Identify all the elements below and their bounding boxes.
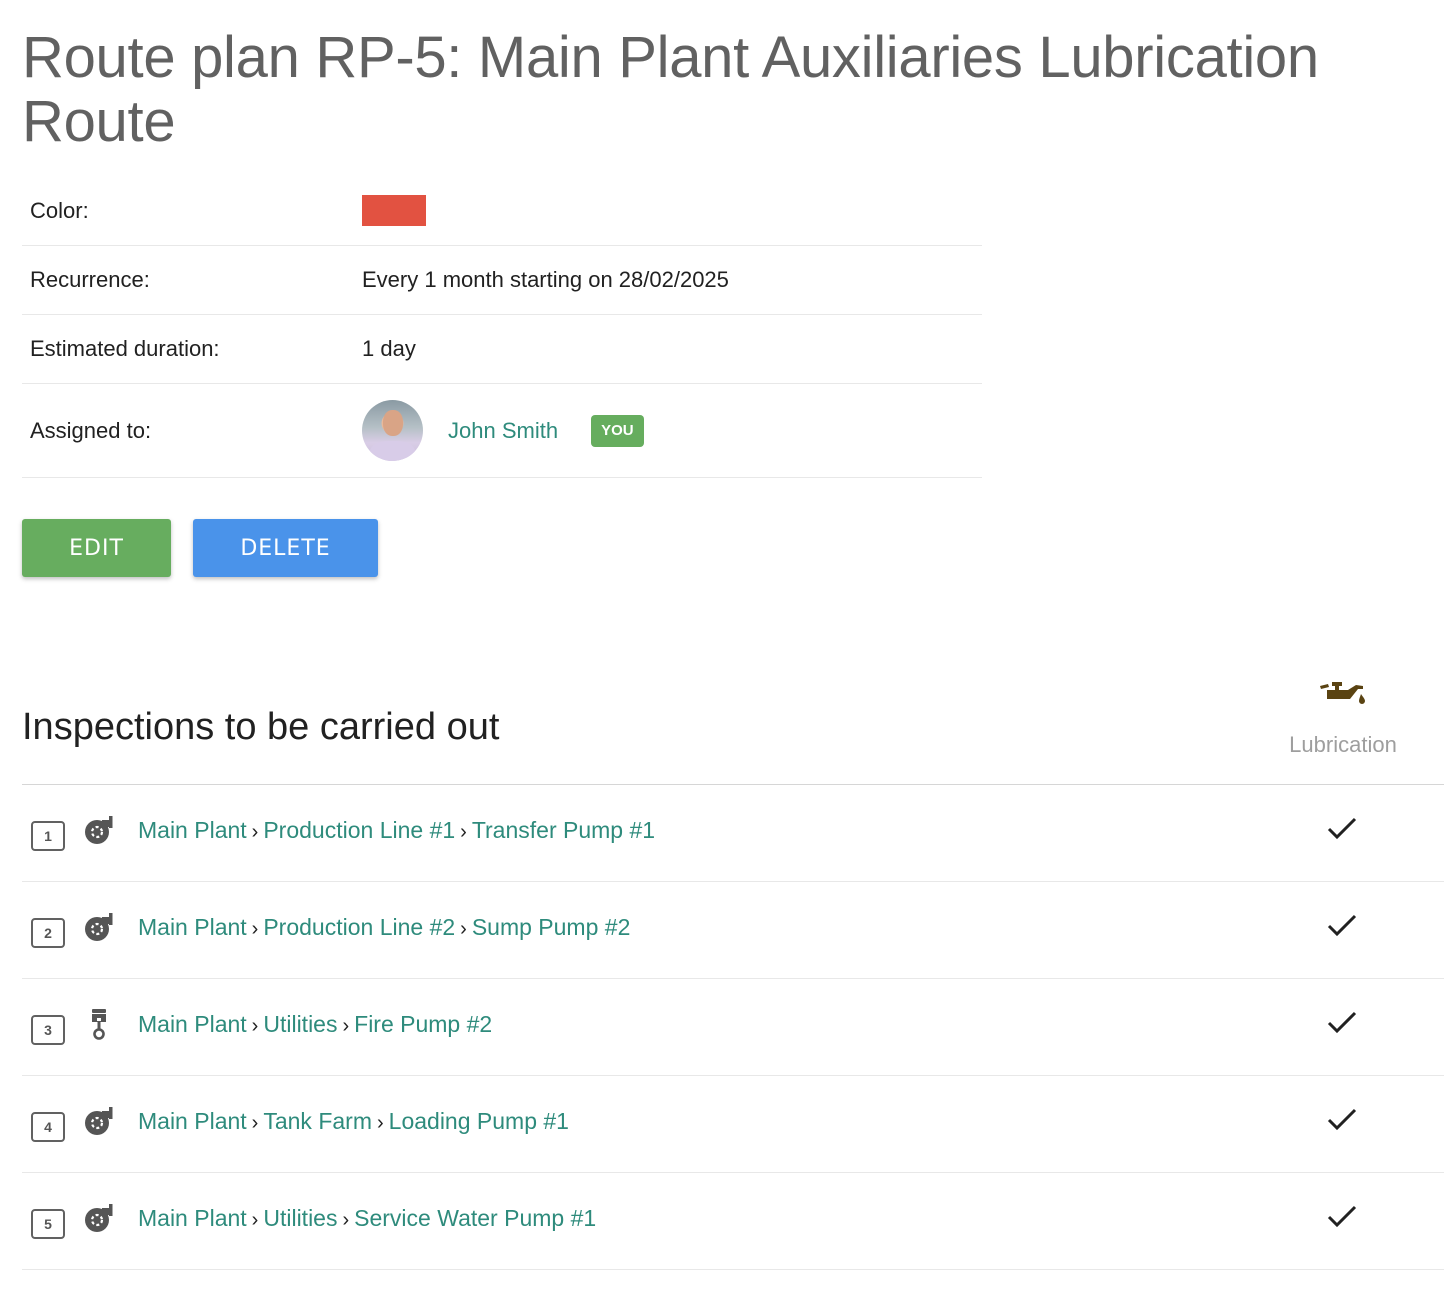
pump-icon [82, 815, 116, 850]
inspection-row: 3 Main Plant › Utilities › Fire Pump #2 [22, 979, 1444, 1076]
breadcrumb-link[interactable]: Loading Pump #1 [389, 1108, 569, 1134]
detail-row-color: Color: [22, 176, 982, 246]
breadcrumb-separator: › [342, 1015, 350, 1037]
you-badge: YOU [591, 414, 644, 447]
breadcrumb-link[interactable]: Fire Pump #2 [354, 1011, 492, 1037]
row-number-badge: 2 [31, 918, 65, 948]
check-icon [1326, 816, 1358, 847]
asset-breadcrumb: Main Plant › Production Line #1 › Transfer P… [138, 817, 655, 844]
oil-can-icon [1320, 682, 1365, 704]
check-icon [1326, 1204, 1358, 1235]
check-icon [1326, 1010, 1358, 1041]
breadcrumb-link[interactable]: Main Plant [138, 1205, 247, 1231]
breadcrumb-link[interactable]: Tank Farm [263, 1108, 372, 1134]
asset-breadcrumb: Main Plant › Tank Farm › Loading Pump #1 [138, 1108, 569, 1135]
pump-icon [82, 1203, 116, 1238]
inspection-row: 4 Main Plant › Tank Farm › Loading Pump #1 [22, 1076, 1444, 1173]
breadcrumb-link[interactable]: Main Plant [138, 817, 247, 843]
breadcrumb-separator: › [460, 821, 467, 843]
piston-icon [82, 1008, 116, 1047]
edit-button[interactable]: EDIT [22, 519, 171, 577]
asset-breadcrumb: Main Plant › Utilities › Fire Pump #2 [138, 1011, 492, 1038]
row-number-badge: 3 [31, 1015, 65, 1045]
breadcrumb-separator: › [251, 821, 259, 843]
check-icon [1326, 1107, 1358, 1138]
inspection-row: 2 Main Plant › Production Line #2 › Sump Pump… [22, 882, 1444, 979]
breadcrumb-link[interactable]: Production Line #2 [263, 914, 455, 940]
inspections-title: Inspections to be carried out [22, 706, 500, 748]
detail-row-recurrence: Recurrence: Every 1 month starting on 28… [22, 246, 982, 315]
breadcrumb-link[interactable]: Utilities [263, 1011, 337, 1037]
inspections-table: 1 Main Plant › Production Line #1 › Transfer … [22, 784, 1444, 1270]
breadcrumb-link[interactable]: Main Plant [138, 1108, 247, 1134]
asset-breadcrumb: Main Plant › Utilities › Service Water Pump … [138, 1205, 596, 1232]
lubrication-label: Lubrication [1289, 732, 1397, 757]
inspection-row: 5 Main Plant › Utilities › Service Water Pump… [22, 1173, 1444, 1270]
breadcrumb-link[interactable]: Transfer Pump #1 [472, 817, 655, 843]
breadcrumb-separator: › [342, 1209, 350, 1231]
breadcrumb-link[interactable]: Utilities [263, 1205, 337, 1231]
check-icon [1326, 913, 1358, 944]
recurrence-label: Recurrence: [30, 267, 150, 292]
action-buttons: EDIT DELETE [22, 519, 378, 577]
breadcrumb-separator: › [460, 918, 467, 940]
route-details: Color: Recurrence: Every 1 month startin… [22, 176, 982, 478]
avatar[interactable] [362, 400, 423, 461]
detail-row-duration: Estimated duration: 1 day [22, 315, 982, 384]
detail-row-assigned: Assigned to: John Smith YOU [22, 384, 982, 478]
breadcrumb-link[interactable]: Main Plant [138, 914, 247, 940]
delete-button[interactable]: DELETE [193, 519, 378, 577]
breadcrumb-separator: › [376, 1112, 384, 1134]
breadcrumb-separator: › [251, 1112, 259, 1134]
breadcrumb-link[interactable]: Service Water Pump #1 [354, 1205, 596, 1231]
row-number-badge: 1 [31, 821, 65, 851]
lubrication-column-header: Lubrication [1270, 680, 1416, 758]
breadcrumb-link[interactable]: Sump Pump #2 [472, 914, 631, 940]
recurrence-value: Every 1 month starting on 28/02/2025 [362, 267, 729, 292]
breadcrumb-separator: › [251, 1209, 259, 1231]
row-number-badge: 4 [31, 1112, 65, 1142]
duration-value: 1 day [362, 336, 416, 361]
breadcrumb-link[interactable]: Production Line #1 [263, 817, 455, 843]
pump-icon [82, 912, 116, 947]
assigned-user-link[interactable]: John Smith [448, 418, 558, 444]
pump-icon [82, 1106, 116, 1141]
color-label: Color: [30, 197, 89, 223]
inspection-row: 1 Main Plant › Production Line #1 › Transfer … [22, 785, 1444, 882]
breadcrumb-separator: › [251, 1015, 259, 1037]
assigned-label: Assigned to: [30, 417, 152, 443]
color-swatch [362, 195, 426, 226]
breadcrumb-link[interactable]: Main Plant [138, 1011, 247, 1037]
breadcrumb-separator: › [251, 918, 259, 940]
row-number-badge: 5 [31, 1209, 65, 1239]
page-title: Route plan RP-5: Main Plant Auxiliaries … [22, 25, 1319, 154]
duration-label: Estimated duration: [30, 336, 220, 361]
asset-breadcrumb: Main Plant › Production Line #2 › Sump Pump … [138, 914, 630, 941]
